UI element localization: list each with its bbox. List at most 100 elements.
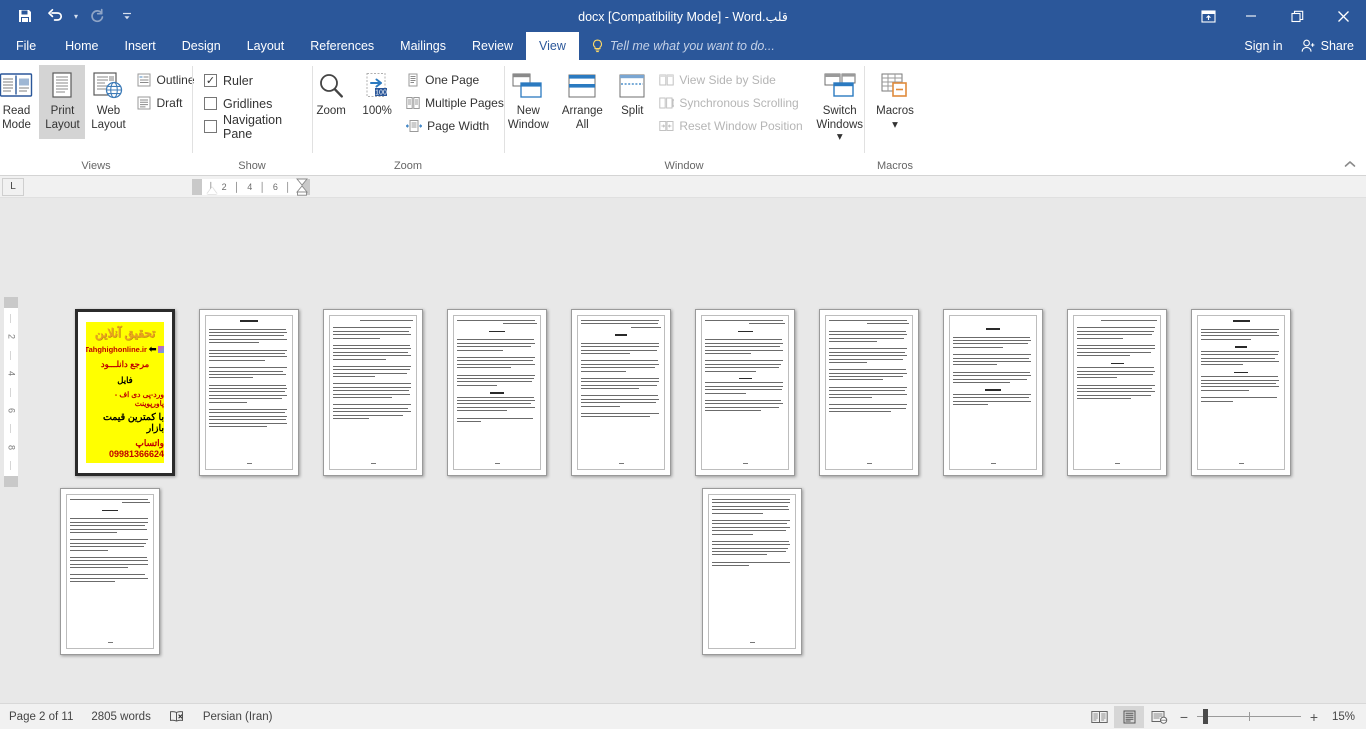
page-text-body <box>577 315 665 470</box>
zoom-button[interactable]: Zoom <box>308 65 354 139</box>
status-bar: Page 2 of 11 2805 words Persian (Iran) − <box>0 703 1366 729</box>
macros-label-line2: ▾ <box>892 118 898 131</box>
zoom-slider-handle[interactable] <box>1203 708 1208 724</box>
page-thumbnail-3[interactable] <box>323 309 423 476</box>
sign-in-button[interactable]: Sign in <box>1234 39 1292 53</box>
tab-stop-selector[interactable]: L <box>2 177 24 196</box>
page-indicator[interactable]: Page 2 of 11 <box>0 704 82 729</box>
ribbon-display-options-icon[interactable] <box>1188 0 1228 32</box>
page-thumbnail-grid: تحقیق آنلاین Tahghighonline.ir ⬅ مرجع دا… <box>0 198 1366 667</box>
page-width-label: Page Width <box>427 118 490 133</box>
web-layout-icon <box>92 68 124 104</box>
zoom-in-button[interactable]: + <box>1308 709 1320 725</box>
ribbon-group-window: New Window Arrange All Split View Side b… <box>504 60 864 175</box>
synchronous-scrolling-button[interactable]: Synchronous Scrolling <box>657 92 806 113</box>
draft-label: Draft <box>156 95 183 110</box>
word-count[interactable]: 2805 words <box>82 704 159 729</box>
macros-button[interactable]: Macros ▾ <box>868 65 922 139</box>
tab-design[interactable]: Design <box>169 32 234 60</box>
zoom-100-button[interactable]: 100 100% <box>354 65 400 139</box>
outline-button[interactable]: Outline <box>135 69 198 90</box>
first-line-indent-marker[interactable] <box>207 187 217 194</box>
right-indent-marker[interactable] <box>296 178 308 196</box>
read-mode-view-icon[interactable] <box>1084 706 1114 728</box>
navigation-pane-checkbox-row[interactable]: Navigation Pane <box>202 113 306 141</box>
page-thumbnail-8[interactable] <box>943 309 1043 476</box>
proofing-errors-icon[interactable] <box>160 704 194 729</box>
synchronous-scrolling-label: Synchronous Scrolling <box>679 95 799 110</box>
page-thumbnail-10[interactable] <box>1191 309 1291 476</box>
svg-text:100: 100 <box>375 90 387 97</box>
read-mode-button[interactable]: Read Mode <box>0 65 39 139</box>
page-thumbnail-4[interactable] <box>447 309 547 476</box>
undo-icon[interactable] <box>40 3 70 29</box>
window-title: قلب.docx [Compatibility Mode] - Word <box>578 9 788 24</box>
ruler-label: Ruler <box>223 73 253 88</box>
one-page-button[interactable]: One Page <box>404 69 508 90</box>
multiple-pages-button[interactable]: Multiple Pages <box>404 92 508 113</box>
macros-icon <box>879 68 911 104</box>
page-thumbnail-6[interactable] <box>695 309 795 476</box>
tab-insert[interactable]: Insert <box>112 32 169 60</box>
web-layout-label-line2: Layout <box>91 118 126 131</box>
read-mode-label-line1: Read <box>2 105 31 117</box>
page-thumbnail-last[interactable] <box>702 488 802 655</box>
tab-review[interactable]: Review <box>459 32 526 60</box>
undo-dropdown-chevron-down-icon[interactable]: ▾ <box>70 3 82 29</box>
page-thumbnail-5[interactable] <box>571 309 671 476</box>
tab-file[interactable]: File <box>0 32 52 60</box>
switch-windows-button[interactable]: Switch Windows ▾ <box>813 65 867 144</box>
navigation-pane-checkbox[interactable] <box>204 120 217 133</box>
zoom-slider-control[interactable]: − + <box>1174 704 1328 729</box>
customize-quick-access-toolbar-chevron-down-icon[interactable] <box>112 3 142 29</box>
save-icon[interactable] <box>10 3 40 29</box>
ruler-checkbox[interactable]: ✓ <box>204 74 217 87</box>
ad-line-5: ورد-پی دی اف - پاورپوینت <box>114 389 164 408</box>
page-slot <box>943 309 1043 476</box>
ribbon-group-macros: Macros ▾ Macros <box>864 60 926 175</box>
restore-icon[interactable] <box>1274 0 1320 32</box>
zoom-out-button[interactable]: − <box>1178 709 1190 725</box>
print-layout-view-icon[interactable] <box>1114 705 1144 728</box>
page-thumbnail-1[interactable]: تحقیق آنلاین Tahghighonline.ir ⬅ مرجع دا… <box>75 309 175 476</box>
gridlines-checkbox[interactable] <box>204 97 217 110</box>
web-layout-view-icon[interactable] <box>1144 706 1174 728</box>
zoom-slider-track[interactable] <box>1197 704 1301 729</box>
page-thumbnail-11[interactable] <box>60 488 160 655</box>
page-thumbnail-9[interactable] <box>1067 309 1167 476</box>
gridlines-label: Gridlines <box>223 96 273 111</box>
group-label-zoom: Zoom <box>393 160 423 172</box>
web-layout-button[interactable]: Web Layout <box>85 65 131 139</box>
document-workspace[interactable]: — 2 — 4 — 6 — 8 — تحقیق آنلاین Tahghigho… <box>0 198 1366 703</box>
page-thumbnail-2[interactable] <box>199 309 299 476</box>
tab-mailings[interactable]: Mailings <box>387 32 459 60</box>
split-button[interactable]: Split <box>609 65 655 139</box>
new-window-button[interactable]: New Window <box>501 65 555 139</box>
print-layout-button[interactable]: Print Layout <box>39 65 86 139</box>
zoom-level-label[interactable]: 15% <box>1328 711 1366 723</box>
draft-button[interactable]: Draft <box>135 92 198 113</box>
share-button[interactable]: Share <box>1293 32 1366 60</box>
minimize-icon[interactable] <box>1228 0 1274 32</box>
tab-home[interactable]: Home <box>52 32 111 60</box>
view-side-by-side-button[interactable]: View Side by Side <box>657 69 806 90</box>
page-width-icon <box>406 119 423 133</box>
page-width-button[interactable]: Page Width <box>404 115 508 136</box>
page-thumbnail-7[interactable] <box>819 309 919 476</box>
reset-window-position-button[interactable]: Reset Window Position <box>657 115 806 136</box>
arrange-all-label-line2: All <box>575 118 589 131</box>
ruler-checkbox-row[interactable]: ✓ Ruler <box>202 69 253 92</box>
redo-icon[interactable] <box>82 3 112 29</box>
close-icon[interactable] <box>1320 0 1366 32</box>
language-indicator[interactable]: Persian (Iran) <box>194 704 282 729</box>
tab-references[interactable]: References <box>297 32 387 60</box>
new-window-label-line1: New <box>516 105 540 117</box>
page-slot <box>1067 309 1167 476</box>
zoom-magnifier-icon <box>316 68 346 104</box>
tell-me-search[interactable]: Tell me what you want to do... <box>579 32 775 60</box>
collapse-ribbon-chevron-up-icon[interactable] <box>1340 155 1360 173</box>
tab-layout[interactable]: Layout <box>234 32 298 60</box>
tab-view[interactable]: View <box>526 32 579 60</box>
zoom-label: Zoom <box>316 105 346 117</box>
arrange-all-button[interactable]: Arrange All <box>555 65 609 139</box>
